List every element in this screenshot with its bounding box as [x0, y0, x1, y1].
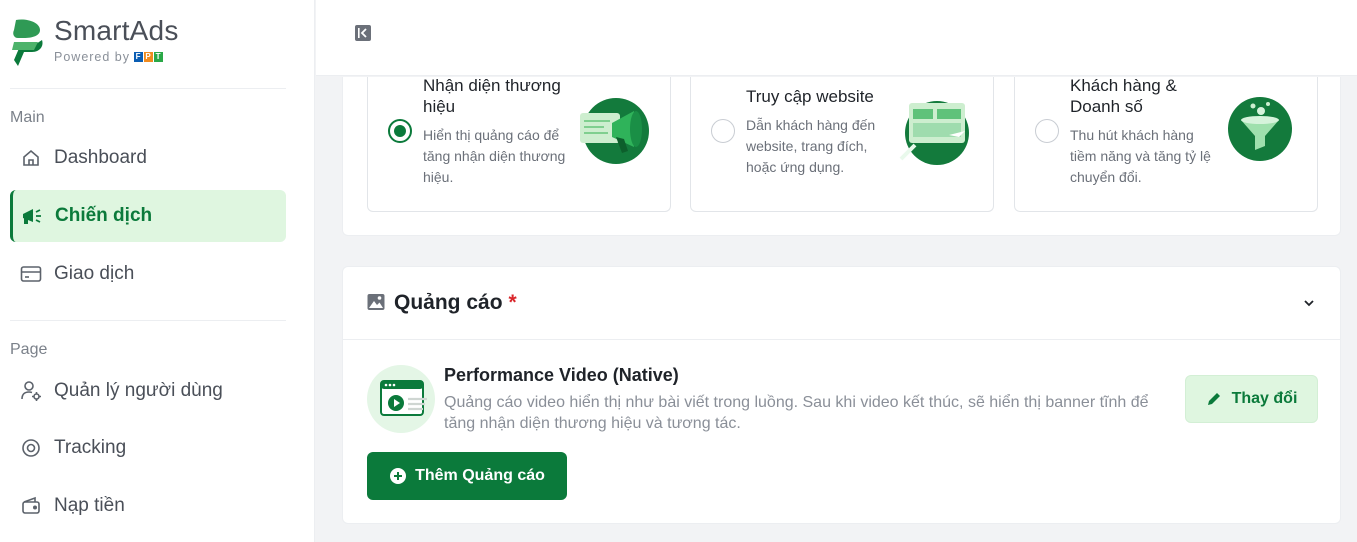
- objective-radio[interactable]: [711, 119, 735, 143]
- brand-title: SmartAds: [54, 15, 179, 46]
- website-click-illustration-icon: [899, 101, 969, 165]
- sidebar-item-tracking[interactable]: Tracking: [10, 422, 286, 474]
- ads-panel-header[interactable]: Quảng cáo *: [343, 267, 1340, 340]
- objective-card-brand-awareness[interactable]: Nhận diện thương hiệu Hiển thị quảng cáo…: [367, 76, 671, 212]
- home-icon: [20, 147, 42, 169]
- objective-title: Nhận diện thương hiệu: [423, 76, 561, 116]
- funnel-illustration-icon: [1228, 97, 1292, 161]
- image-icon: [367, 294, 385, 310]
- sidebar-item-transactions[interactable]: Giao dịch: [10, 248, 286, 300]
- brand-logo[interactable]: SmartAds Powered by F P T Online: [10, 15, 191, 68]
- user-settings-icon: [20, 380, 42, 402]
- objective-card-leads-sales[interactable]: Khách hàng & Doanh số Thu hút khách hàng…: [1014, 76, 1318, 212]
- objective-card-website-traffic[interactable]: Truy cập website Dẫn khách hàng đến webs…: [690, 77, 994, 212]
- sidebar-item-top-up[interactable]: Nạp tiền: [10, 480, 286, 532]
- chevron-down-icon[interactable]: [1302, 296, 1316, 310]
- ad-format-title: Performance Video (Native): [444, 365, 679, 385]
- fpt-letter-f: F: [134, 52, 144, 62]
- sidebar-divider: [10, 320, 286, 321]
- sidebar-item-label: Chiến dịch: [55, 205, 153, 226]
- sidebar-item-user-management[interactable]: Quản lý người dùng: [10, 365, 286, 417]
- objective-radio[interactable]: [1035, 119, 1059, 143]
- objective-description: Hiển thị quảng cáo để tăng nhận diện thư…: [423, 127, 566, 185]
- sidebar-item-label: Tracking: [54, 437, 127, 458]
- ads-panel: Quảng cáo * Performance Video (Native) Qu…: [342, 266, 1341, 524]
- sidebar-item-campaigns[interactable]: Chiến dịch: [10, 190, 286, 242]
- change-ad-format-button[interactable]: Thay đổi: [1185, 375, 1318, 423]
- fpt-letter-t: T: [154, 52, 164, 62]
- megaphone-icon: [21, 205, 43, 227]
- sidebar-item-label: Quản lý người dùng: [54, 380, 223, 401]
- target-icon: [20, 437, 42, 459]
- objective-title: Truy cập website: [746, 87, 874, 106]
- add-ad-button[interactable]: Thêm Quảng cáo: [367, 452, 567, 500]
- sidebar-item-label: Nạp tiền: [54, 495, 125, 516]
- sidebar-item-dashboard[interactable]: Dashboard: [10, 132, 286, 184]
- ads-panel-title: Quảng cáo *: [394, 291, 517, 315]
- objective-title: Khách hàng & Doanh số: [1070, 76, 1177, 116]
- smartads-logo-icon: [12, 19, 43, 66]
- fpt-online-text: Online: [166, 52, 191, 61]
- plus-circle-icon: [390, 468, 407, 484]
- section-label-page: Page: [10, 341, 48, 358]
- card-icon: [20, 263, 42, 285]
- sidebar-divider: [10, 88, 286, 89]
- pencil-icon: [1207, 393, 1220, 405]
- ad-format-description: Quảng cáo video hiển thị như bài viết tr…: [444, 394, 1149, 432]
- powered-by-text: Powered by: [54, 50, 131, 64]
- required-mark: *: [508, 291, 517, 314]
- ad-format-thumbnail: [367, 365, 435, 433]
- section-label-main: Main: [10, 109, 45, 126]
- sidebar: SmartAds Powered by F P T Online Main Da…: [0, 0, 315, 542]
- objective-description: Thu hút khách hàng tiềm năng và tăng tỷ …: [1070, 127, 1211, 185]
- fpt-letter-p: P: [144, 52, 154, 62]
- sidebar-collapse-icon[interactable]: [354, 24, 372, 42]
- objective-description: Dẫn khách hàng đến website, trang đích, …: [746, 117, 876, 175]
- sidebar-item-label: Giao dịch: [54, 263, 135, 284]
- megaphone-illustration-icon: [580, 98, 649, 164]
- sidebar-item-label: Dashboard: [54, 147, 147, 168]
- fpt-online-logo: F P T Online: [134, 52, 191, 62]
- change-button-label: Thay đổi: [1231, 390, 1298, 407]
- top-bar: [316, 0, 1357, 76]
- powered-by: Powered by F P T Online: [54, 50, 191, 64]
- objective-radio-selected[interactable]: [388, 119, 412, 143]
- wallet-icon: [20, 495, 42, 517]
- ads-heading-text: Quảng cáo: [394, 291, 503, 314]
- video-player-icon: [380, 380, 427, 416]
- campaign-objective-panel: Nhận diện thương hiệu Hiển thị quảng cáo…: [342, 76, 1341, 236]
- add-button-label: Thêm Quảng cáo: [415, 467, 545, 484]
